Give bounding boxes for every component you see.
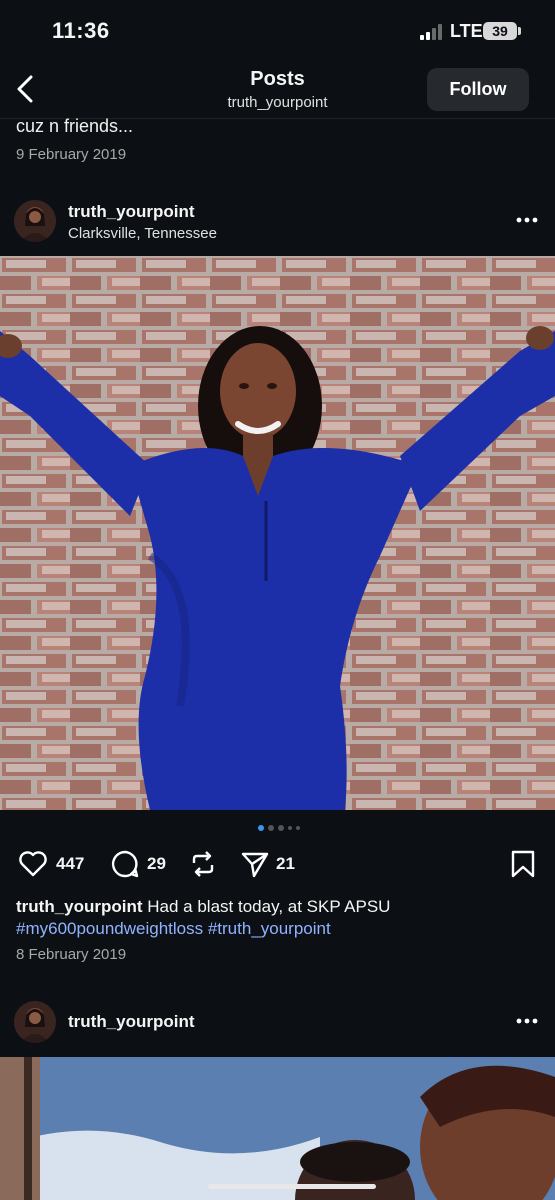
share-count[interactable]: 21 bbox=[276, 854, 295, 874]
previous-post-date: 9 February 2019 bbox=[16, 146, 127, 163]
post-username[interactable]: truth_yourpoint bbox=[68, 202, 195, 222]
like-heart-icon[interactable] bbox=[18, 849, 48, 879]
more-options-icon[interactable] bbox=[515, 216, 539, 224]
next-post-username[interactable]: truth_yourpoint bbox=[68, 1012, 195, 1032]
home-indicator bbox=[208, 1184, 376, 1189]
comment-bubble-icon[interactable] bbox=[110, 849, 140, 879]
cellular-signal-icon bbox=[420, 24, 442, 40]
carousel-indicator bbox=[258, 825, 300, 831]
caption-text: Had a blast today, at SKP APSU bbox=[142, 897, 391, 916]
like-count[interactable]: 447 bbox=[56, 854, 84, 874]
bookmark-icon[interactable] bbox=[508, 849, 538, 879]
battery-tip bbox=[518, 27, 521, 35]
comment-count[interactable]: 29 bbox=[147, 854, 166, 874]
avatar[interactable] bbox=[14, 1001, 56, 1043]
follow-button[interactable]: Follow bbox=[427, 68, 529, 111]
post-photo[interactable] bbox=[0, 256, 555, 810]
previous-post-caption: cuz n friends... bbox=[16, 116, 134, 136]
carousel-dot bbox=[268, 825, 274, 831]
repost-icon[interactable] bbox=[188, 849, 218, 879]
avatar[interactable] bbox=[14, 200, 56, 242]
carousel-dot bbox=[258, 825, 264, 831]
caption-hashtags[interactable]: #my600poundweightloss #truth_yourpoint bbox=[16, 919, 331, 938]
share-send-icon[interactable] bbox=[240, 849, 270, 879]
network-type: LTE bbox=[450, 21, 483, 41]
next-post-photo[interactable] bbox=[0, 1057, 555, 1200]
carousel-dot bbox=[278, 825, 284, 831]
carousel-dot bbox=[296, 826, 300, 830]
post-location[interactable]: Clarksville, Tennessee bbox=[68, 225, 217, 242]
battery-indicator: 39 bbox=[483, 22, 517, 40]
status-time: 11:36 bbox=[52, 18, 110, 43]
more-options-icon[interactable] bbox=[515, 1017, 539, 1025]
caption-username[interactable]: truth_yourpoint bbox=[16, 897, 143, 916]
post-date: 8 February 2019 bbox=[16, 946, 127, 963]
post-caption: truth_yourpoint Had a blast today, at SK… bbox=[16, 896, 541, 940]
carousel-dot bbox=[288, 826, 292, 830]
